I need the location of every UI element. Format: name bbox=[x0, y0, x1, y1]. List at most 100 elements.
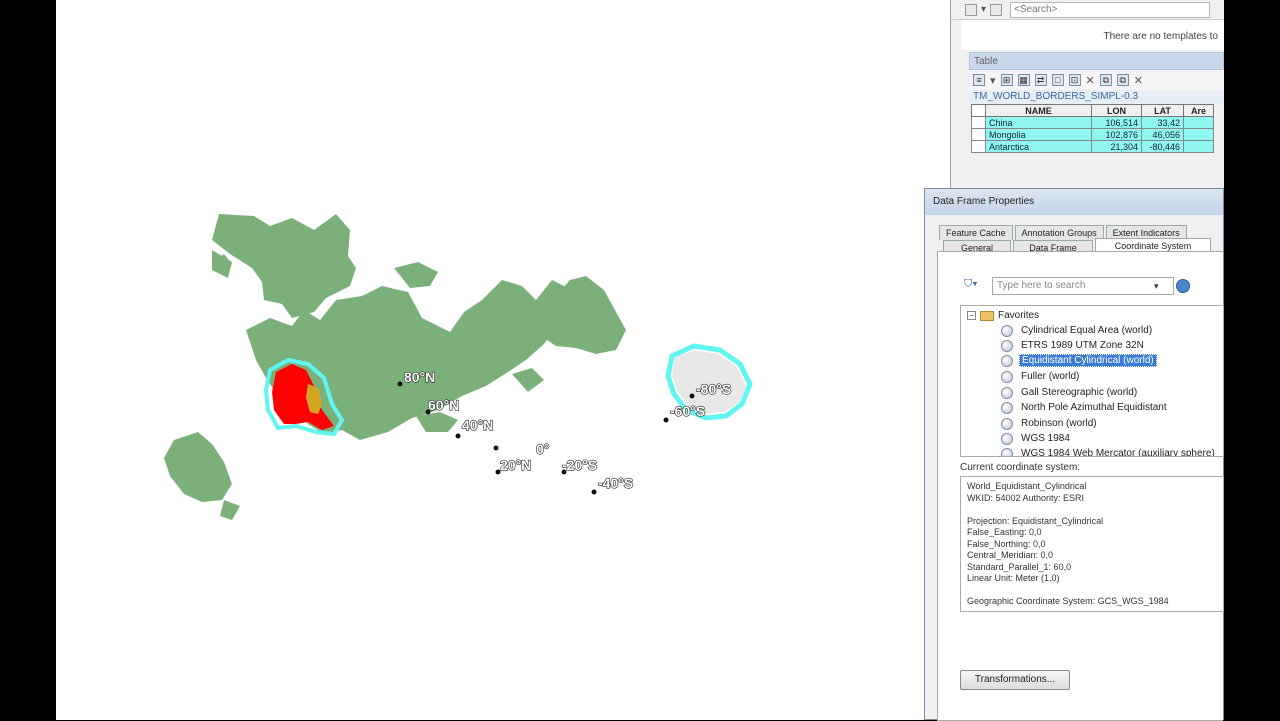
table-cell[interactable] bbox=[1183, 140, 1214, 153]
lat-label-60n: 60°N bbox=[428, 397, 459, 413]
lat-point-40s bbox=[591, 489, 597, 495]
land-africa-south-america bbox=[164, 432, 232, 502]
lat-point-80n bbox=[397, 381, 403, 387]
table-window: ▾ <Search> There are no templates to Tab… bbox=[950, 0, 1224, 190]
filter-icon[interactable]: ⛉▾ bbox=[964, 278, 986, 294]
row-selector-header bbox=[971, 104, 986, 117]
template-search-input[interactable]: <Search> bbox=[1010, 1, 1211, 18]
lat-point-60s bbox=[663, 417, 669, 423]
land-south-fragment bbox=[220, 500, 240, 520]
lat-label-40n: 40°N bbox=[462, 417, 493, 433]
tree-item[interactable]: WGS 1984 bbox=[1001, 431, 1072, 446]
table-layer-name: TM_WORLD_BORDERS_SIMPL-0.3 bbox=[969, 90, 1224, 104]
table-cell[interactable]: 102,876 bbox=[1091, 128, 1142, 141]
tree-item-label: Equidistant Cylindrical (world) bbox=[1019, 354, 1157, 367]
coordinate-system-tree[interactable]: − Favorites Cylindrical Equal Area (worl… bbox=[960, 305, 1224, 457]
table-cell[interactable] bbox=[1183, 128, 1214, 141]
table-cell[interactable]: 21,304 bbox=[1091, 140, 1142, 153]
table-cell[interactable]: China bbox=[985, 116, 1092, 129]
paste-icon[interactable]: ⧉ bbox=[1116, 74, 1129, 86]
land-east-asia-fragments bbox=[416, 412, 458, 432]
tree-item[interactable]: North Pole Azimuthal Equidistant bbox=[1001, 400, 1169, 415]
zoom-selected-icon[interactable]: ⊡ bbox=[1068, 74, 1081, 86]
tab-annotation-groups[interactable]: Annotation Groups bbox=[1014, 225, 1104, 240]
no-templates-message: There are no templates to bbox=[961, 20, 1224, 50]
table-toolbar: ≡ ▾ ⊞ ▦ ⇄ □ ⊡ ✕ ⧉ ⧉ ✕ bbox=[969, 70, 1224, 90]
row-selector[interactable] bbox=[971, 140, 986, 153]
chevron-down-icon[interactable]: ▾ bbox=[1154, 281, 1170, 292]
tree-item[interactable]: Fuller (world) bbox=[1001, 369, 1081, 384]
tree-item-label: WGS 1984 bbox=[1021, 433, 1070, 444]
clear-selection-icon[interactable]: □ bbox=[1051, 74, 1064, 86]
lat-label-20n: 20°N bbox=[500, 457, 531, 473]
map-view[interactable]: 80°N 60°N 40°N 20°N 0° -20°S -40°S -60°S… bbox=[56, 0, 924, 720]
collapse-icon[interactable]: − bbox=[967, 311, 976, 320]
table-cell[interactable]: Antarctica bbox=[985, 140, 1092, 153]
copy-icon[interactable]: ⧉ bbox=[1099, 74, 1112, 86]
current-cs-label: Current coordinate system: bbox=[960, 462, 1081, 473]
tree-item[interactable]: Gall Stereographic (world) bbox=[1001, 385, 1139, 400]
globe-icon bbox=[1001, 432, 1013, 445]
tree-item-label: North Pole Azimuthal Equidistant bbox=[1021, 402, 1167, 413]
lat-label-40s: -40°S bbox=[598, 475, 633, 491]
select-by-attributes-icon[interactable]: ▦ bbox=[1017, 74, 1030, 86]
tree-item[interactable]: Robinson (world) bbox=[1001, 416, 1099, 431]
table-row[interactable]: Mongolia 102,876 46,056 bbox=[971, 128, 1214, 141]
globe-icon bbox=[1001, 370, 1013, 383]
table-cell[interactable]: 33,42 bbox=[1141, 116, 1184, 129]
screen: 80°N 60°N 40°N 20°N 0° -20°S -40°S -60°S… bbox=[0, 0, 1280, 721]
template-organize-icon[interactable] bbox=[965, 3, 977, 16]
folder-icon bbox=[980, 310, 994, 321]
lat-label-60s: -60°S bbox=[670, 403, 705, 419]
globe-icon bbox=[1001, 354, 1013, 367]
table-cell[interactable]: 106,514 bbox=[1091, 116, 1142, 129]
table-options-icon[interactable]: ≡ bbox=[973, 74, 985, 86]
lat-label-80n: 80°N bbox=[404, 369, 435, 385]
switch-selection-icon[interactable]: ⇄ bbox=[1034, 74, 1047, 86]
tree-folder-favorites[interactable]: − Favorites bbox=[967, 310, 1039, 321]
delete-selected-icon[interactable]: ✕ bbox=[1086, 74, 1095, 87]
row-selector[interactable] bbox=[971, 128, 986, 141]
column-header[interactable]: LAT bbox=[1141, 104, 1184, 117]
cs-search-input[interactable]: Type here to search bbox=[992, 277, 1174, 295]
table-cell[interactable]: -80,446 bbox=[1141, 140, 1184, 153]
dialog-title: Data Frame Properties bbox=[925, 189, 1223, 215]
lat-label-0: 0° bbox=[536, 441, 549, 457]
tab-feature-cache[interactable]: Feature Cache bbox=[939, 225, 1013, 240]
column-header[interactable]: NAME bbox=[985, 104, 1092, 117]
globe-icon bbox=[1001, 447, 1013, 456]
related-tables-icon[interactable]: ⊞ bbox=[1000, 74, 1013, 86]
globe-icon bbox=[1001, 417, 1013, 430]
tree-item[interactable]: Cylindrical Equal Area (world) bbox=[1001, 323, 1154, 338]
table-cell[interactable] bbox=[1183, 116, 1214, 129]
globe-icon bbox=[1001, 339, 1013, 352]
template-filter-icon[interactable] bbox=[990, 3, 1003, 16]
tree-item-label: Robinson (world) bbox=[1021, 418, 1097, 429]
table-cell[interactable]: Mongolia bbox=[985, 128, 1092, 141]
template-toolbar: ▾ <Search> bbox=[951, 0, 1224, 20]
tree-item-label: ETRS 1989 UTM Zone 32N bbox=[1021, 340, 1144, 351]
dropdown-arrow-icon[interactable]: ▾ bbox=[981, 4, 986, 15]
tree-item[interactable]: ETRS 1989 UTM Zone 32N bbox=[1001, 338, 1146, 353]
table-row[interactable]: China 106,514 33,42 bbox=[971, 116, 1214, 129]
row-selector[interactable] bbox=[971, 116, 986, 129]
landmasses bbox=[164, 214, 626, 520]
column-header[interactable]: Are bbox=[1183, 104, 1214, 117]
globe-icon[interactable] bbox=[1176, 279, 1190, 293]
tree-item-selected[interactable]: Equidistant Cylindrical (world) bbox=[1001, 353, 1157, 368]
tree-folder-label: Favorites bbox=[998, 310, 1040, 321]
map-canvas[interactable]: 80°N 60°N 40°N 20°N 0° -20°S -40°S -60°S… bbox=[56, 0, 924, 720]
transformations-button[interactable]: Transformations... bbox=[960, 670, 1070, 690]
column-header[interactable]: LON bbox=[1091, 104, 1142, 117]
close-icon[interactable]: ✕ bbox=[1134, 74, 1143, 87]
table-title: Table bbox=[969, 52, 1224, 70]
tree-item[interactable]: WGS 1984 Web Mercator (auxiliary sphere) bbox=[1001, 446, 1217, 456]
current-cs-details: World_Equidistant_Cylindrical WKID: 5400… bbox=[960, 476, 1224, 612]
table-row[interactable]: Antarctica 21,304 -80,446 bbox=[971, 140, 1214, 153]
table-cell[interactable]: 46,056 bbox=[1141, 128, 1184, 141]
tree-item-label: Fuller (world) bbox=[1021, 371, 1080, 382]
cs-toolbar: ⛉▾ Type here to search ▾ bbox=[964, 277, 1190, 295]
dropdown-arrow-icon[interactable]: ▾ bbox=[990, 74, 996, 87]
globe-icon bbox=[1001, 386, 1013, 399]
land-north-island-group bbox=[394, 262, 438, 288]
